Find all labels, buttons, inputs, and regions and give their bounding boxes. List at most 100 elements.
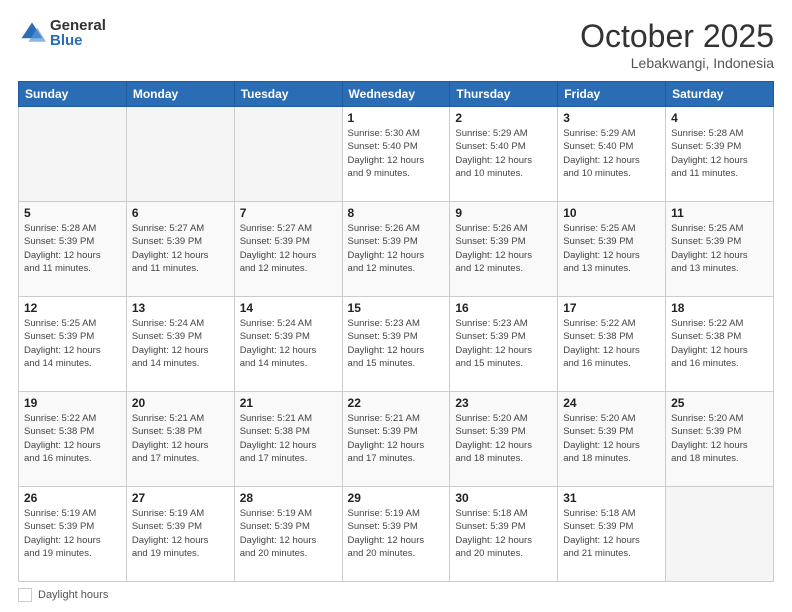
calendar-cell: [234, 107, 342, 202]
weekday-header-monday: Monday: [126, 82, 234, 107]
weekday-header-saturday: Saturday: [666, 82, 774, 107]
day-info: Sunrise: 5:21 AM Sunset: 5:38 PM Dayligh…: [132, 412, 229, 465]
calendar-cell: 27Sunrise: 5:19 AM Sunset: 5:39 PM Dayli…: [126, 487, 234, 582]
week-row-4: 26 Sunrise: 5:19 AM Sunset: 5:39 PM Dayli…: [19, 487, 774, 582]
month-title: October 2025: [580, 18, 774, 55]
calendar-cell: 25 Sunrise: 5:20 AM Sunset: 5:39 PM Dayli…: [666, 392, 774, 487]
calendar-cell: 31Sunrise: 5:18 AM Sunset: 5:39 PM Dayli…: [558, 487, 666, 582]
footer-label: Daylight hours: [38, 589, 108, 601]
day-number: 29: [348, 491, 445, 505]
weekday-header-thursday: Thursday: [450, 82, 558, 107]
calendar-cell: 16 Sunrise: 5:23 AM Sunset: 5:39 PM Dayli…: [450, 297, 558, 392]
day-info: Sunrise: 5:20 AM Sunset: 5:39 PM Dayligh…: [455, 412, 552, 465]
calendar-cell: 11 Sunrise: 5:25 AM Sunset: 5:39 PM Dayli…: [666, 202, 774, 297]
day-number: 11: [671, 206, 768, 220]
day-info: Sunrise: 5:27 AM Sunset: 5:39 PM Dayligh…: [240, 222, 337, 275]
day-number: 3: [563, 111, 660, 125]
day-number: 26: [24, 491, 121, 505]
day-info: Sunrise: 5:24 AM Sunset: 5:39 PM Dayligh…: [240, 317, 337, 370]
weekday-header-sunday: Sunday: [19, 82, 127, 107]
calendar-cell: 2Sunrise: 5:29 AM Sunset: 5:40 PM Daylig…: [450, 107, 558, 202]
calendar-cell: 3 Sunrise: 5:29 AM Sunset: 5:40 PM Daylig…: [558, 107, 666, 202]
day-info: Sunrise: 5:19 AM Sunset: 5:39 PM Dayligh…: [240, 507, 337, 560]
calendar-cell: 30Sunrise: 5:18 AM Sunset: 5:39 PM Dayli…: [450, 487, 558, 582]
day-number: 5: [24, 206, 121, 220]
day-info: Sunrise: 5:20 AM Sunset: 5:39 PM Dayligh…: [671, 412, 768, 465]
day-number: 19: [24, 396, 121, 410]
logo-blue: Blue: [50, 33, 106, 48]
calendar-cell: 4 Sunrise: 5:28 AM Sunset: 5:39 PM Daylig…: [666, 107, 774, 202]
day-number: 31: [563, 491, 660, 505]
day-info: Sunrise: 5:25 AM Sunset: 5:39 PM Dayligh…: [24, 317, 121, 370]
logo-general: General: [50, 18, 106, 33]
day-info: Sunrise: 5:22 AM Sunset: 5:38 PM Dayligh…: [671, 317, 768, 370]
day-info: Sunrise: 5:22 AM Sunset: 5:38 PM Dayligh…: [24, 412, 121, 465]
day-number: 8: [348, 206, 445, 220]
day-number: 27: [132, 491, 229, 505]
calendar-cell: 29 Sunrise: 5:19 AM Sunset: 5:39 PM Dayli…: [342, 487, 450, 582]
calendar-cell: 6 Sunrise: 5:27 AM Sunset: 5:39 PM Daylig…: [126, 202, 234, 297]
day-info: Sunrise: 5:24 AM Sunset: 5:39 PM Dayligh…: [132, 317, 229, 370]
calendar-cell: [126, 107, 234, 202]
calendar-cell: 15 Sunrise: 5:23 AM Sunset: 5:39 PM Dayli…: [342, 297, 450, 392]
day-info: Sunrise: 5:29 AM Sunset: 5:40 PM Dayligh…: [563, 127, 660, 180]
calendar-cell: 28Sunrise: 5:19 AM Sunset: 5:39 PM Dayli…: [234, 487, 342, 582]
week-row-1: 5Sunrise: 5:28 AM Sunset: 5:39 PM Daylig…: [19, 202, 774, 297]
day-info: Sunrise: 5:25 AM Sunset: 5:39 PM Dayligh…: [671, 222, 768, 275]
weekday-header-wednesday: Wednesday: [342, 82, 450, 107]
day-number: 16: [455, 301, 552, 315]
logo: General Blue: [18, 18, 106, 48]
day-number: 25: [671, 396, 768, 410]
header: General Blue October 2025 Lebakwangi, In…: [18, 18, 774, 71]
calendar-cell: 17Sunrise: 5:22 AM Sunset: 5:38 PM Dayli…: [558, 297, 666, 392]
logo-icon: [18, 19, 46, 47]
day-info: Sunrise: 5:18 AM Sunset: 5:39 PM Dayligh…: [455, 507, 552, 560]
day-number: 14: [240, 301, 337, 315]
day-number: 18: [671, 301, 768, 315]
calendar-cell: 18 Sunrise: 5:22 AM Sunset: 5:38 PM Dayli…: [666, 297, 774, 392]
day-number: 6: [132, 206, 229, 220]
day-number: 15: [348, 301, 445, 315]
day-number: 10: [563, 206, 660, 220]
day-number: 22: [348, 396, 445, 410]
day-info: Sunrise: 5:26 AM Sunset: 5:39 PM Dayligh…: [455, 222, 552, 275]
page: General Blue October 2025 Lebakwangi, In…: [0, 0, 792, 612]
day-number: 24: [563, 396, 660, 410]
day-info: Sunrise: 5:27 AM Sunset: 5:39 PM Dayligh…: [132, 222, 229, 275]
day-info: Sunrise: 5:21 AM Sunset: 5:38 PM Dayligh…: [240, 412, 337, 465]
day-info: Sunrise: 5:23 AM Sunset: 5:39 PM Dayligh…: [455, 317, 552, 370]
day-info: Sunrise: 5:25 AM Sunset: 5:39 PM Dayligh…: [563, 222, 660, 275]
day-info: Sunrise: 5:29 AM Sunset: 5:40 PM Dayligh…: [455, 127, 552, 180]
weekday-header-friday: Friday: [558, 82, 666, 107]
calendar-cell: 8Sunrise: 5:26 AM Sunset: 5:39 PM Daylig…: [342, 202, 450, 297]
calendar-cell: 19 Sunrise: 5:22 AM Sunset: 5:38 PM Dayli…: [19, 392, 127, 487]
day-info: Sunrise: 5:20 AM Sunset: 5:39 PM Dayligh…: [563, 412, 660, 465]
day-info: Sunrise: 5:23 AM Sunset: 5:39 PM Dayligh…: [348, 317, 445, 370]
calendar-cell: [19, 107, 127, 202]
calendar-cell: 26 Sunrise: 5:19 AM Sunset: 5:39 PM Dayli…: [19, 487, 127, 582]
weekday-header-tuesday: Tuesday: [234, 82, 342, 107]
day-info: Sunrise: 5:19 AM Sunset: 5:39 PM Dayligh…: [348, 507, 445, 560]
day-number: 4: [671, 111, 768, 125]
day-info: Sunrise: 5:21 AM Sunset: 5:39 PM Dayligh…: [348, 412, 445, 465]
day-number: 20: [132, 396, 229, 410]
footer-box: [18, 588, 32, 602]
week-row-2: 12Sunrise: 5:25 AM Sunset: 5:39 PM Dayli…: [19, 297, 774, 392]
day-info: Sunrise: 5:30 AM Sunset: 5:40 PM Dayligh…: [348, 127, 445, 180]
day-number: 23: [455, 396, 552, 410]
calendar-cell: 24 Sunrise: 5:20 AM Sunset: 5:39 PM Dayli…: [558, 392, 666, 487]
logo-text: General Blue: [50, 18, 106, 48]
title-block: October 2025 Lebakwangi, Indonesia: [580, 18, 774, 71]
calendar-cell: 22 Sunrise: 5:21 AM Sunset: 5:39 PM Dayli…: [342, 392, 450, 487]
day-info: Sunrise: 5:19 AM Sunset: 5:39 PM Dayligh…: [24, 507, 121, 560]
calendar-cell: 9Sunrise: 5:26 AM Sunset: 5:39 PM Daylig…: [450, 202, 558, 297]
calendar-cell: 13Sunrise: 5:24 AM Sunset: 5:39 PM Dayli…: [126, 297, 234, 392]
footer: Daylight hours: [18, 588, 774, 602]
weekday-header-row: SundayMondayTuesdayWednesdayThursdayFrid…: [19, 82, 774, 107]
day-info: Sunrise: 5:28 AM Sunset: 5:39 PM Dayligh…: [671, 127, 768, 180]
calendar-cell: 20 Sunrise: 5:21 AM Sunset: 5:38 PM Dayli…: [126, 392, 234, 487]
day-number: 7: [240, 206, 337, 220]
location-title: Lebakwangi, Indonesia: [580, 55, 774, 71]
calendar-cell: 12Sunrise: 5:25 AM Sunset: 5:39 PM Dayli…: [19, 297, 127, 392]
calendar-cell: 7 Sunrise: 5:27 AM Sunset: 5:39 PM Daylig…: [234, 202, 342, 297]
